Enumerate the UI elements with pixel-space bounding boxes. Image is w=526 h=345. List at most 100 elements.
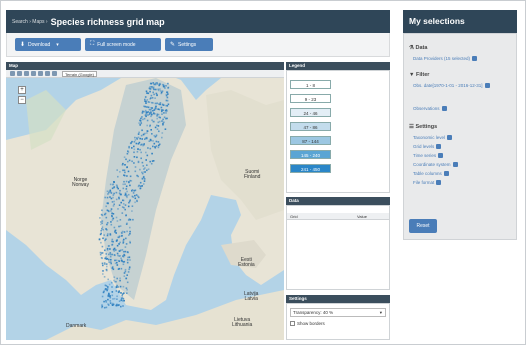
settings-link[interactable]: Table columns xyxy=(413,171,449,177)
settings-button[interactable]: ✎ Settings xyxy=(165,38,213,51)
transparency-select[interactable]: Transparency: 40 % ▾ xyxy=(290,308,386,317)
map-canvas[interactable]: Norge Norway Suomi Finland Eesti Estonia… xyxy=(6,70,284,340)
grid-cell xyxy=(101,209,103,212)
grid-cell xyxy=(105,216,108,219)
grid-cell xyxy=(121,294,123,297)
fullscreen-button[interactable]: ⛶ Full screen mode xyxy=(85,38,161,51)
grid-cell xyxy=(148,113,151,116)
grid-cell xyxy=(123,169,126,172)
grid-cell xyxy=(147,92,150,95)
page-header: Search › Maps › Species richness grid ma… xyxy=(6,10,390,33)
settings-link[interactable]: Coordinate system xyxy=(413,162,458,168)
page-title: Species richness grid map xyxy=(50,16,165,27)
grid-cell xyxy=(110,221,112,223)
grid-cell xyxy=(134,139,137,141)
edit-icon[interactable] xyxy=(472,56,478,62)
grid-cell xyxy=(100,213,103,216)
grid-cell xyxy=(102,264,104,267)
info-icon[interactable] xyxy=(45,71,50,76)
grid-cell xyxy=(114,229,117,232)
grid-cell xyxy=(122,242,124,244)
grid-cell xyxy=(103,300,105,303)
obs-date-filter-link[interactable]: Obs. date[1970-1-01 - 2016-12-31] xyxy=(413,83,503,89)
grid-cell xyxy=(147,168,150,170)
legend-item: 87 - 144 xyxy=(290,136,331,145)
grid-cell xyxy=(139,148,141,151)
grid-cell xyxy=(143,178,146,180)
grid-cell xyxy=(120,267,123,270)
show-borders-checkbox[interactable] xyxy=(290,321,295,326)
grid-cell xyxy=(152,91,154,94)
settings-link[interactable]: Time series xyxy=(413,153,444,159)
layer-select[interactable]: Terrain (Google) xyxy=(62,70,97,77)
data-providers-link[interactable]: Data Providers (15 selected) xyxy=(413,56,478,62)
grid-cell xyxy=(167,87,169,89)
grid-cell xyxy=(109,300,112,302)
grid-cell xyxy=(137,161,140,164)
grid-cell xyxy=(123,238,125,241)
grid-cell xyxy=(140,157,142,160)
grid-cell xyxy=(104,212,107,215)
grid-cell xyxy=(119,189,121,192)
grid-cell xyxy=(104,263,106,265)
grid-cell xyxy=(161,120,163,122)
download-button[interactable]: ⬇ Download ▾ xyxy=(15,38,81,51)
breadcrumb[interactable]: Search › Maps › xyxy=(12,19,48,25)
pan-tool-icon[interactable] xyxy=(10,71,15,76)
legend-item: 9 - 23 xyxy=(290,94,331,103)
grid-cell xyxy=(153,109,156,111)
grid-cell xyxy=(118,235,121,238)
reset-button[interactable]: Reset xyxy=(409,219,437,233)
grid-cell xyxy=(123,180,125,183)
grid-cell xyxy=(111,219,114,221)
grid-cell xyxy=(151,86,153,88)
zoom-in-button[interactable]: + xyxy=(18,86,26,94)
latvia-text: Latvija Latvia xyxy=(244,291,259,302)
value-column-header[interactable]: Value xyxy=(357,213,367,220)
grid-cell xyxy=(112,183,114,186)
grid-column-header[interactable]: Grid xyxy=(290,213,298,220)
settings-link[interactable]: File format xyxy=(413,180,442,186)
grid-cell xyxy=(131,210,133,212)
grid-cell xyxy=(138,196,140,199)
edit-icon[interactable] xyxy=(436,144,442,150)
grid-cell xyxy=(155,107,157,110)
search-icon[interactable] xyxy=(38,71,43,76)
settings-link[interactable]: Grid levels xyxy=(413,144,442,150)
select-tool-icon[interactable] xyxy=(24,71,29,76)
grid-cell xyxy=(115,290,118,292)
grid-cell xyxy=(141,116,143,118)
edit-icon[interactable] xyxy=(452,162,458,168)
grid-cell xyxy=(139,120,142,122)
grid-cell xyxy=(116,220,119,222)
polygon-tool-icon[interactable] xyxy=(31,71,36,76)
grid-cell xyxy=(126,288,128,291)
measure-icon[interactable] xyxy=(52,71,57,76)
grid-cell xyxy=(106,209,109,212)
edit-icon[interactable] xyxy=(436,180,442,186)
grid-cell xyxy=(125,180,128,183)
grid-cell xyxy=(106,288,109,290)
grid-cell xyxy=(137,148,139,151)
edit-icon[interactable] xyxy=(484,83,490,89)
edit-icon[interactable] xyxy=(443,171,449,177)
data-providers-text: Data Providers (15 selected) xyxy=(413,56,471,61)
zoom-box-icon[interactable] xyxy=(17,71,22,76)
grid-cell xyxy=(159,90,162,92)
observations-filter-link[interactable]: Observations xyxy=(413,106,447,112)
grid-cell xyxy=(128,159,131,162)
settings-link[interactable]: Taxonomic level xyxy=(413,135,453,141)
grid-cell xyxy=(113,186,115,189)
edit-icon[interactable] xyxy=(447,135,453,141)
grid-cell xyxy=(108,253,110,256)
grid-cell xyxy=(122,199,125,202)
edit-icon[interactable] xyxy=(441,106,447,112)
settings-label: Settings xyxy=(178,41,197,48)
grid-cell xyxy=(115,259,118,262)
edit-icon[interactable] xyxy=(438,153,444,159)
grid-cell xyxy=(118,204,121,206)
zoom-out-button[interactable]: − xyxy=(18,96,26,104)
data-section-heading: ⚗ Data xyxy=(409,45,427,51)
grid-cell xyxy=(116,277,118,280)
grid-cell xyxy=(146,154,149,157)
